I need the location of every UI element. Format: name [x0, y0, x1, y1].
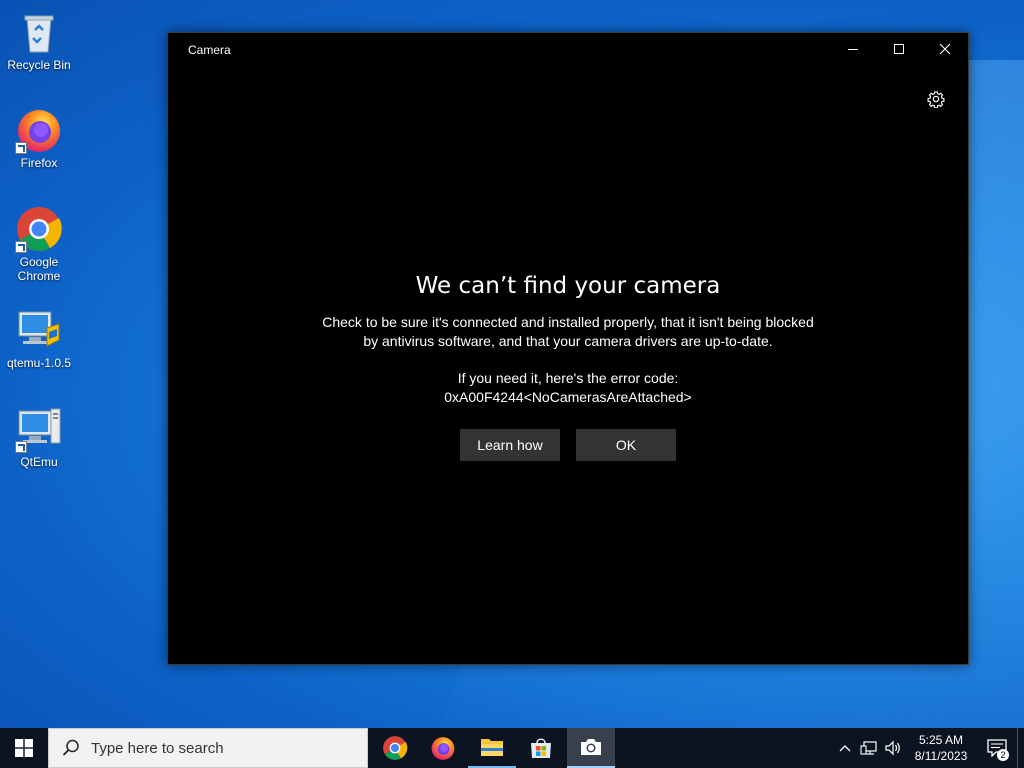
show-hidden-icons-button[interactable]	[833, 728, 857, 768]
desktop-icon-qtemu[interactable]: QtEmu	[1, 405, 77, 469]
desktop-icon-label: QtEmu	[20, 455, 58, 469]
shortcut-arrow-icon	[15, 241, 27, 253]
gear-icon	[927, 91, 945, 108]
firefox-icon	[15, 106, 63, 154]
error-heading: We can’t find your camera	[415, 273, 721, 299]
taskbar-app-store[interactable]	[517, 728, 565, 768]
desktop-icon-label: Firefox	[20, 156, 58, 170]
chrome-icon	[383, 736, 408, 760]
volume-button[interactable]	[881, 728, 905, 768]
taskbar-app-camera[interactable]	[567, 728, 615, 768]
error-description-line-1: Check to be sure it's connected and inst…	[322, 314, 814, 330]
close-icon	[939, 43, 951, 55]
network-button[interactable]	[857, 728, 881, 768]
title-bar[interactable]: Camera	[168, 33, 968, 65]
speaker-icon	[885, 740, 900, 756]
taskbar-app-firefox[interactable]	[419, 728, 467, 768]
desktop-icon-recycle-bin[interactable]: Recycle Bin	[1, 8, 77, 72]
show-desktop-button[interactable]	[1017, 728, 1024, 768]
taskbar-app-chrome[interactable]	[371, 728, 419, 768]
taskbar-clock[interactable]: 5:25 AM 8/11/2023	[905, 732, 977, 764]
camera-icon	[581, 739, 601, 755]
error-code-intro: If you need it, here's the error code:	[457, 370, 679, 386]
recycle-bin-icon	[15, 8, 63, 56]
desktop: Recycle Bin Firefox Google Chrome qtemu-…	[0, 0, 1024, 728]
taskbar-app-file-explorer[interactable]	[468, 728, 516, 768]
search-icon	[62, 739, 79, 756]
learn-how-button[interactable]: Learn how	[460, 429, 560, 461]
desktop-icon-qtemu-installer[interactable]: qtemu-1.0.5	[1, 306, 77, 370]
camera-app-window: Camera We can’t find your camera Check t…	[167, 32, 969, 665]
ok-button[interactable]: OK	[576, 429, 676, 461]
start-button[interactable]	[0, 728, 48, 768]
computer-icon	[15, 405, 63, 453]
shortcut-arrow-icon	[15, 441, 27, 453]
desktop-icon-label: Google Chrome	[17, 255, 61, 283]
desktop-icon-label: Recycle Bin	[7, 58, 71, 72]
taskbar-search-box[interactable]: Type here to search	[48, 728, 368, 768]
close-button[interactable]	[922, 33, 968, 65]
maximize-button[interactable]	[876, 33, 922, 65]
camera-error-panel: We can’t find your camera Check to be su…	[168, 273, 968, 461]
firefox-icon	[431, 737, 455, 760]
clock-date: 8/11/2023	[914, 749, 968, 763]
minimize-button[interactable]	[830, 33, 876, 65]
desktop-icon-chrome[interactable]: Google Chrome	[1, 205, 77, 283]
desktop-icon-firefox[interactable]: Firefox	[1, 106, 77, 170]
store-icon	[531, 738, 551, 758]
folder-icon	[481, 739, 503, 756]
computer-icon	[15, 306, 63, 354]
shortcut-arrow-icon	[15, 142, 27, 154]
maximize-icon	[894, 44, 904, 54]
error-description-line-2: by antivirus software, and that your cam…	[363, 333, 773, 349]
notification-count-badge: 2	[997, 749, 1009, 761]
chevron-up-icon	[839, 745, 851, 752]
desktop-icon-label: qtemu-1.0.5	[6, 356, 72, 370]
window-title: Camera	[188, 43, 231, 57]
clock-time: 5:25 AM	[918, 733, 964, 747]
error-code: 0xA00F4244<NoCamerasAreAttached>	[444, 389, 692, 405]
action-center-button[interactable]: 2	[977, 728, 1017, 768]
settings-button[interactable]	[924, 87, 948, 111]
chrome-icon	[15, 205, 63, 253]
search-placeholder: Type here to search	[91, 739, 224, 757]
taskbar: Type here to search 5:25 AM 8/11/2023 2	[0, 728, 1024, 768]
windows-logo-icon	[15, 739, 33, 757]
minimize-icon	[848, 49, 858, 50]
system-tray: 5:25 AM 8/11/2023 2	[833, 728, 1024, 768]
network-icon	[860, 741, 877, 755]
